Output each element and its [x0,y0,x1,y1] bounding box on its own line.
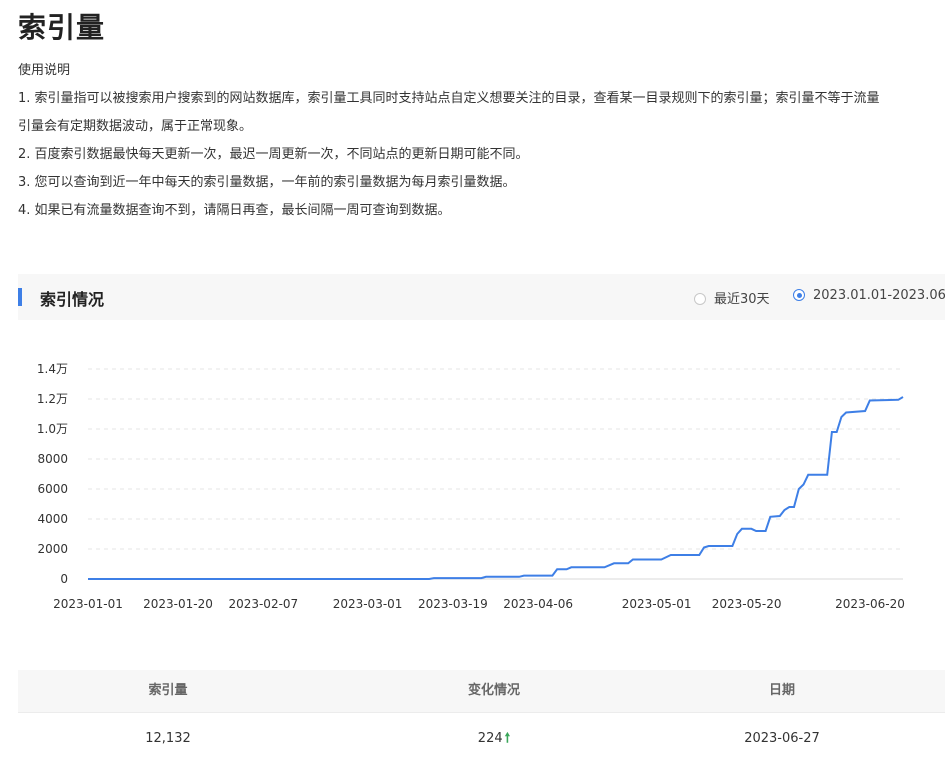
header-date: 日期 [768,683,795,698]
header-index: 索引量 [148,683,188,698]
radio-last-30-days[interactable]: 最近30天 [694,288,770,307]
x-tick-label: 2023-05-01 [622,597,692,611]
y-axis-ticks: 0 2000 4000 6000 8000 1.0万 1.2万 1.4万 [37,362,68,586]
radio-checked-icon[interactable] [793,289,805,301]
usage-line-3: 3. 您可以查询到近一年中每天的索引量数据，一年前的索引量数据为每月索引量数据。 [18,175,516,190]
cell-date: 2023-06-27 [744,731,820,746]
x-tick-label: 2023-05-20 [712,597,782,611]
usage-instructions: 使用说明 1. 索引量指可以被搜索用户搜索到的网站数据库，索引量工具同时支持站点… [18,60,880,228]
usage-line-4: 4. 如果已有流量数据查询不到，请隔日再查，最长间隔一周可查询到数据。 [18,203,451,218]
usage-heading: 使用说明 [18,63,71,78]
change-value: 224 [477,731,503,746]
y-tick-label: 4000 [37,512,68,526]
y-tick-label: 1.2万 [37,392,68,406]
table-header: 索引量 变化情况 日期 [18,670,945,713]
radio-label: 最近30天 [714,292,770,307]
x-tick-label: 2023-02-07 [228,597,298,611]
section-accent-bar [18,288,22,306]
x-tick-label: 2023-04-06 [503,597,573,611]
y-tick-label: 0 [60,572,68,586]
radio-date-range[interactable]: 2023.01.01-2023.06. [793,288,945,303]
x-tick-label: 2023-01-01 [53,597,123,611]
x-tick-label: 2023-03-01 [333,597,403,611]
x-tick-label: 2023-06-20 [835,597,905,611]
usage-line-1: 1. 索引量指可以被搜索用户搜索到的网站数据库，索引量工具同时支持站点自定义想要… [18,91,880,106]
x-axis-ticks: 2023-01-01 2023-01-20 2023-02-07 2023-03-01… [53,597,905,611]
y-tick-label: 1.0万 [37,422,68,436]
x-tick-label: 2023-01-20 [143,597,213,611]
cell-index: 12,132 [145,731,191,746]
y-tick-label: 1.4万 [37,362,68,376]
radio-circle-icon[interactable] [694,293,706,305]
index-section-header: 索引情况 最近30天 2023.01.01-2023.06. [18,274,945,320]
arrow-up-icon: 🠕 [504,731,511,746]
header-change: 变化情况 [467,683,520,698]
page-title: 索引量 [18,11,106,44]
y-tick-label: 2000 [37,542,68,556]
y-tick-label: 6000 [37,482,68,496]
table-row: 12,132 224 🠕 2023-06-27 [18,713,945,760]
y-tick-label: 8000 [37,452,68,466]
cell-change: 224 🠕 [344,713,644,765]
section-title: 索引情况 [40,290,105,309]
series-line [88,396,904,580]
chart-grid [88,368,903,580]
index-line-chart: 0 2000 4000 6000 8000 1.0万 1.2万 1.4万 2023-01-01… [37,362,905,611]
x-tick-label: 2023-03-19 [418,597,488,611]
usage-line-2: 2. 百度索引数据最快每天更新一次，最迟一周更新一次，不同站点的更新日期可能不同… [18,147,529,162]
usage-line-1-cont: 引量会有定期数据波动，属于正常现象。 [18,119,253,134]
radio-label: 2023.01.01-2023.06. [813,288,945,303]
